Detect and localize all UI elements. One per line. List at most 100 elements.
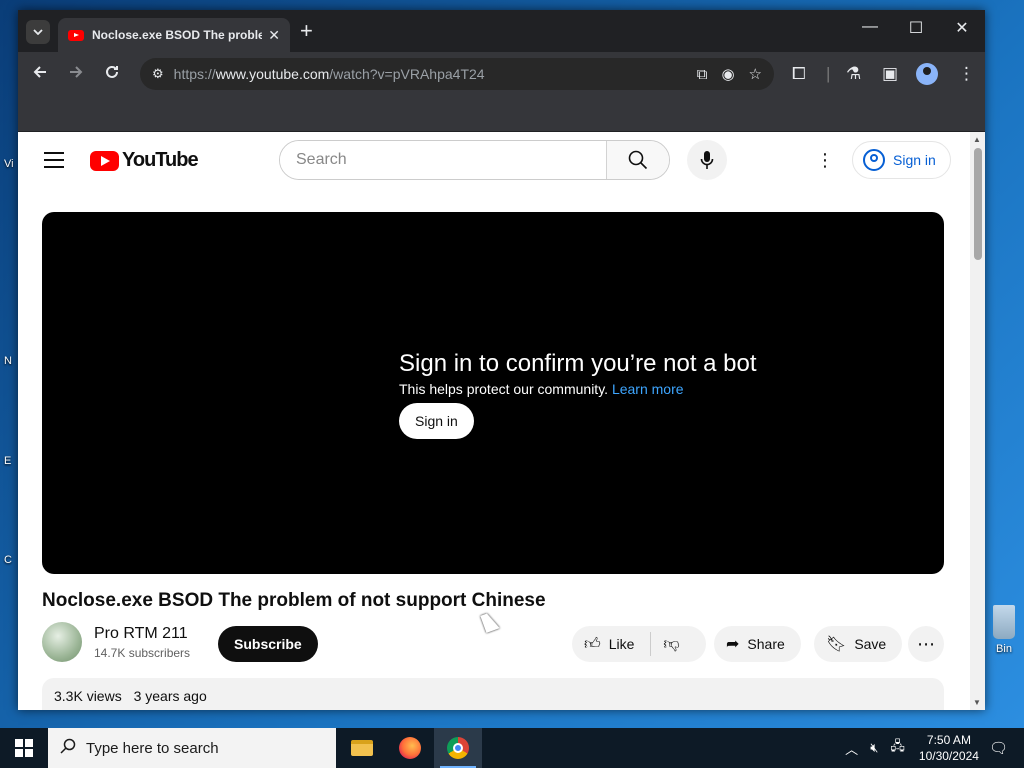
youtube-logo[interactable]: YouTube — [90, 149, 199, 172]
recycle-bin-icon — [993, 605, 1015, 639]
channel-avatar[interactable] — [42, 622, 82, 662]
voice-search-button[interactable] — [687, 140, 727, 180]
address-bar[interactable]: ⚙ https://www.youtube.com/watch?v=pVRAhp… — [140, 58, 774, 90]
start-button[interactable] — [0, 728, 48, 768]
video-title: Noclose.exe BSOD The problem of not supp… — [42, 590, 546, 611]
clock[interactable]: 7:50 AM 10/30/2024 — [919, 732, 979, 764]
search-button[interactable] — [606, 141, 669, 179]
taskbar-search-placeholder: Type here to search — [86, 739, 219, 757]
desktop-icon-label[interactable]: C — [4, 554, 12, 566]
tab-strip: Noclose.exe BSOD The problem of not supp… — [18, 10, 985, 52]
share-button[interactable]: ➦ Share — [714, 626, 801, 662]
bot-check-title: Sign in to confirm you’re not a bot — [399, 350, 757, 377]
youtube-play-icon — [90, 150, 119, 171]
firefox-icon — [399, 737, 421, 759]
site-info-icon[interactable]: ⚙ — [152, 66, 164, 82]
volume-muted-icon[interactable]: 🔇︎ — [870, 740, 878, 756]
chrome-icon — [447, 737, 469, 759]
like-dislike-group: 👍︎ Like 👎︎ — [572, 626, 706, 662]
profile-avatar-icon[interactable] — [916, 63, 938, 85]
channel-owner: Pro RTM 211 14.7K subscribers — [42, 622, 190, 662]
notification-icon[interactable]: 🗨︎ — [989, 739, 1008, 757]
new-tab-button[interactable]: + — [300, 20, 313, 42]
back-arrow-icon — [33, 66, 46, 78]
save-label: Save — [854, 636, 887, 652]
subscribe-button[interactable]: Subscribe — [218, 626, 318, 662]
network-icon[interactable]: 🖧 — [890, 737, 905, 759]
extensions-icon[interactable]: ⧠ — [792, 64, 806, 84]
view-count: 3.3K views — [54, 688, 122, 704]
tab-title: Noclose.exe BSOD The problem of not supp… — [92, 28, 263, 42]
tab-close-icon[interactable]: ✕ — [268, 27, 280, 44]
scrollbar-thumb[interactable] — [974, 148, 982, 260]
description-box[interactable]: 3.3K views 3 years ago — [42, 678, 944, 710]
like-label[interactable]: Like — [609, 636, 635, 652]
channel-name[interactable]: Pro RTM 211 — [94, 625, 190, 643]
sign-in-button[interactable]: Sign in — [852, 141, 951, 179]
clock-date: 10/30/2024 — [918, 749, 979, 763]
back-button[interactable] — [32, 64, 48, 85]
settings-more-icon[interactable]: ⋮ — [816, 150, 834, 170]
page-scrollbar[interactable]: ▲ ▼ — [970, 132, 985, 710]
reload-button[interactable] — [104, 64, 120, 85]
tracking-eye-icon[interactable]: ◉ — [721, 65, 734, 83]
browser-toolbar: ⚙ https://www.youtube.com/watch?v=pVRAhp… — [18, 52, 985, 96]
chevron-up-icon[interactable]: ︿ — [845, 739, 858, 758]
labs-flask-icon[interactable]: ⚗ — [846, 64, 861, 84]
account-icon — [863, 149, 885, 171]
bot-sign-in-button[interactable]: Sign in — [399, 403, 474, 439]
video-player[interactable]: Sign in to confirm you’re not a bot This… — [42, 212, 944, 574]
desktop-icon-label[interactable]: N — [4, 355, 12, 367]
firefox-button[interactable] — [386, 728, 434, 768]
bot-check-overlay: Sign in to confirm you’re not a bot This… — [399, 349, 757, 439]
tab-search-button[interactable] — [26, 20, 50, 44]
side-panel-icon[interactable]: ▣ — [882, 64, 898, 84]
tab-active[interactable]: Noclose.exe BSOD The problem of not supp… — [58, 18, 290, 52]
share-arrow-icon: ➦ — [726, 636, 740, 653]
youtube-page: YouTube ⋮ Sign in Sign in to confirm you… — [18, 132, 985, 710]
thumbs-down-icon[interactable]: 👎︎ — [663, 635, 679, 654]
desktop-icon-label[interactable]: Vi — [4, 158, 14, 170]
windows-logo-icon — [15, 739, 33, 757]
recycle-bin-label: Bin — [996, 643, 1012, 655]
file-explorer-button[interactable] — [338, 728, 386, 768]
desktop-icon-label[interactable]: E — [4, 455, 11, 467]
share-label: Share — [747, 636, 785, 652]
chrome-button[interactable] — [434, 728, 482, 768]
browser-window: Noclose.exe BSOD The problem of not supp… — [18, 10, 985, 710]
clock-time: 7:50 AM — [926, 733, 971, 747]
youtube-header: YouTube ⋮ Sign in — [18, 132, 970, 188]
learn-more-link[interactable]: Learn more — [612, 381, 684, 397]
search-icon — [60, 738, 76, 759]
save-button[interactable]: 🔖︎ Save — [814, 626, 903, 662]
install-app-icon[interactable]: ⧉ — [697, 66, 708, 83]
bot-check-subtitle: This helps protect our community. Learn … — [399, 381, 757, 397]
bot-check-text: This helps protect our community. — [399, 381, 609, 397]
taskbar: Type here to search ︿ 🔇︎ 🖧 7:50 AM 10/30… — [0, 728, 1024, 768]
search-input[interactable] — [280, 141, 606, 179]
thumbs-up-icon[interactable]: 👍︎ — [584, 635, 601, 654]
bookmark-star-icon[interactable]: ☆ — [749, 65, 762, 83]
search-box — [279, 140, 670, 180]
maximize-button[interactable]: ☐ — [893, 18, 939, 38]
forward-button[interactable] — [68, 64, 84, 85]
url-scheme: https:// — [173, 66, 216, 82]
reload-icon — [106, 65, 118, 78]
scroll-up-icon[interactable]: ▲ — [973, 135, 981, 144]
like-divider — [650, 632, 652, 656]
minimize-button[interactable]: — — [847, 18, 893, 36]
scroll-down-icon[interactable]: ▼ — [973, 698, 981, 707]
microphone-icon — [700, 151, 714, 169]
url-text[interactable]: https://www.youtube.com/watch?v=pVRAhpa4… — [174, 66, 683, 82]
more-dots-icon: ⋯ — [917, 633, 935, 654]
recycle-bin[interactable]: Bin — [984, 605, 1024, 655]
close-window-button[interactable]: ✕ — [939, 18, 985, 38]
browser-menu-icon[interactable]: ⋮ — [958, 64, 975, 84]
more-actions-button[interactable]: ⋯ — [908, 626, 944, 662]
sign-in-label: Sign in — [893, 152, 936, 168]
taskbar-search[interactable]: Type here to search — [48, 728, 336, 768]
bookmark-icon: 🔖︎ — [826, 636, 847, 653]
menu-hamburger-icon[interactable] — [44, 152, 64, 173]
upload-date: 3 years ago — [133, 688, 207, 704]
youtube-logo-text: YouTube — [122, 149, 199, 171]
